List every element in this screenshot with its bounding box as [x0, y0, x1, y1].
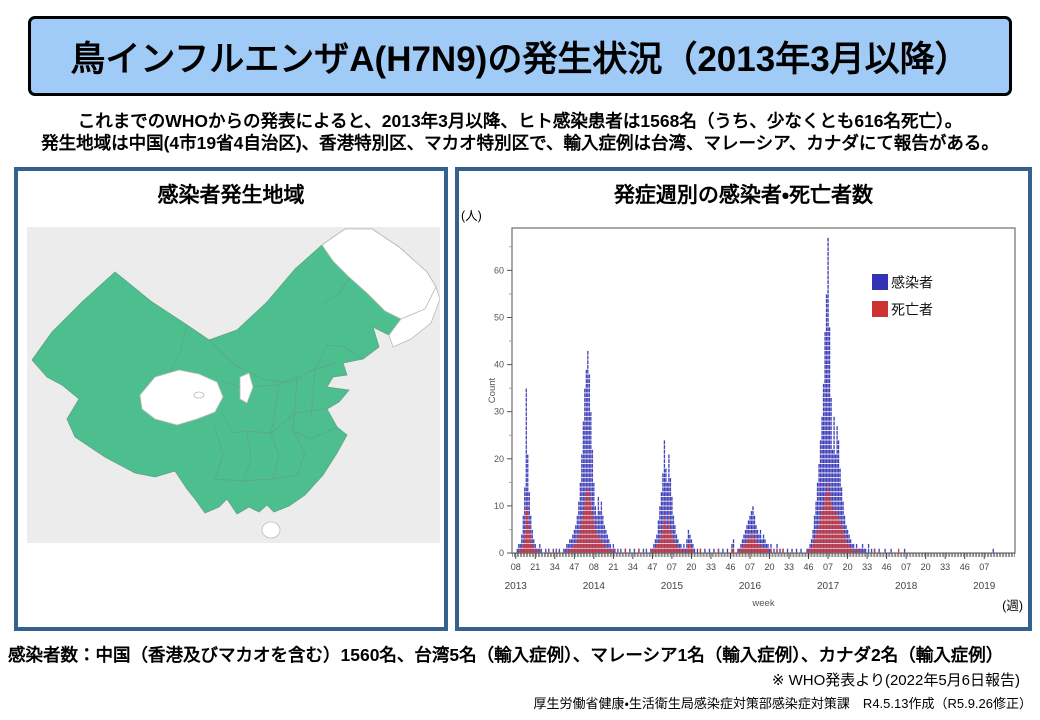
svg-text:07: 07: [745, 562, 755, 572]
svg-text:20: 20: [686, 562, 696, 572]
x-unit-label: (週): [1002, 595, 1023, 614]
svg-text:2013: 2013: [505, 581, 528, 592]
svg-text:感染者: 感染者: [891, 275, 933, 291]
map-panel: 感染者発生地域: [14, 167, 448, 631]
svg-text:08: 08: [511, 562, 521, 572]
svg-text:08: 08: [589, 562, 599, 572]
svg-text:60: 60: [494, 265, 504, 275]
svg-text:2015: 2015: [661, 581, 684, 592]
china-map-svg: [27, 227, 440, 543]
svg-text:20: 20: [921, 562, 931, 572]
svg-text:46: 46: [960, 562, 970, 572]
svg-text:46: 46: [882, 562, 892, 572]
svg-text:46: 46: [725, 562, 735, 572]
svg-text:33: 33: [940, 562, 950, 572]
svg-text:2014: 2014: [583, 581, 606, 592]
svg-text:死亡者: 死亡者: [891, 302, 933, 318]
svg-text:07: 07: [979, 562, 989, 572]
svg-text:33: 33: [784, 562, 794, 572]
svg-text:2018: 2018: [895, 581, 918, 592]
svg-text:07: 07: [901, 562, 911, 572]
svg-text:21: 21: [530, 562, 540, 572]
svg-text:07: 07: [823, 562, 833, 572]
svg-text:2019: 2019: [973, 581, 996, 592]
svg-text:34: 34: [628, 562, 638, 572]
svg-text:46: 46: [804, 562, 814, 572]
epidemic-curve-chart: 0102030405060Count0820132134470820142134…: [459, 171, 1028, 627]
svg-text:Count: Count: [487, 377, 498, 403]
svg-text:20: 20: [494, 454, 504, 464]
svg-text:40: 40: [494, 360, 504, 370]
svg-text:20: 20: [843, 562, 853, 572]
credit-note: 厚生労働省健康・生活衛生局感染症対策部感染症対策課 R4.5.13作成（R5.9…: [0, 693, 1032, 712]
case-count-summary: 感染者数：中国（香港及びマカオを含む）1560名、台湾5名（輸入症例）、マレーシ…: [8, 642, 1034, 667]
page-title: 鳥インフルエンザA(H7N9)の発生状況（2013年3月以降）: [70, 31, 969, 82]
map-panel-title: 感染者発生地域: [18, 179, 444, 209]
slide: { "title": "鳥インフルエンザA(H7N9)の発生状況（2013年3月…: [0, 0, 1040, 720]
svg-text:2016: 2016: [739, 581, 762, 592]
svg-text:30: 30: [494, 407, 504, 417]
svg-text:0: 0: [499, 548, 504, 558]
svg-text:33: 33: [706, 562, 716, 572]
svg-text:47: 47: [647, 562, 657, 572]
svg-text:34: 34: [550, 562, 560, 572]
svg-text:21: 21: [608, 562, 618, 572]
svg-text:10: 10: [494, 501, 504, 511]
intro-text: これまでのWHOからの発表によると、2013年3月以降、ヒト感染患者は1568名…: [0, 110, 1040, 154]
intro-line-1: これまでのWHOからの発表によると、2013年3月以降、ヒト感染患者は1568名…: [0, 110, 1040, 132]
svg-text:07: 07: [667, 562, 677, 572]
title-banner: 鳥インフルエンザA(H7N9)の発生状況（2013年3月以降）: [28, 16, 1012, 96]
svg-text:50: 50: [494, 312, 504, 322]
svg-text:2017: 2017: [817, 581, 840, 592]
svg-text:week: week: [751, 598, 774, 609]
svg-text:47: 47: [569, 562, 579, 572]
chart-panel: 発症週別の感染者・死亡者数 (人) 0102030405060Count0820…: [455, 167, 1032, 631]
svg-text:20: 20: [764, 562, 774, 572]
svg-text:33: 33: [862, 562, 872, 572]
region-hainan-white: [262, 522, 280, 538]
qinghai-lake: [194, 392, 204, 398]
intro-line-2: 発生地域は中国(4市19省4自治区)、香港特別区、マカオ特別区で、輸入症例は台湾…: [0, 132, 1040, 154]
china-map: [27, 227, 440, 543]
who-source-note: ※ WHO発表より(2022年5月6日報告): [0, 669, 1020, 690]
